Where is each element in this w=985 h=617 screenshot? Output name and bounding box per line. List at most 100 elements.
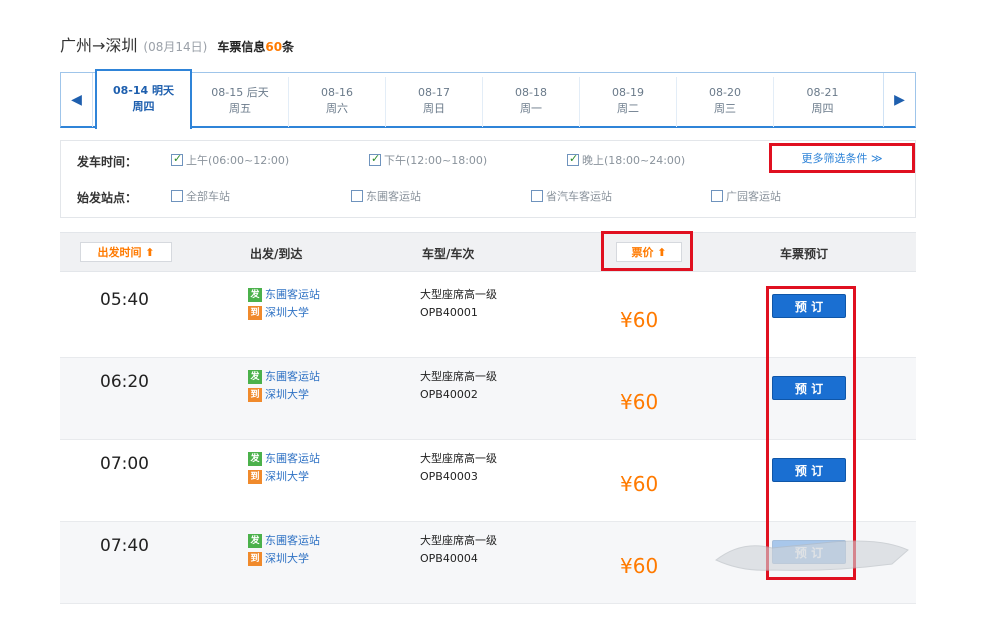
depart-option-label: 下午(12:00~18:00) xyxy=(384,154,488,167)
date-tab-0[interactable]: 08-14 明天 周四 xyxy=(95,69,192,129)
date-tab-weekday: 周二 xyxy=(617,102,639,115)
date-tab-date: 08-15 后天 xyxy=(211,86,269,99)
from-station-name: 东圃客运站 xyxy=(265,534,320,547)
arrive-badge-icon: 到 xyxy=(248,388,262,402)
to-station[interactable]: 到深圳大学 xyxy=(248,304,320,322)
checkbox[interactable] xyxy=(567,152,579,166)
date-tab-6[interactable]: 08-20 周三 xyxy=(677,77,774,127)
from-station-name: 东圃客运站 xyxy=(265,370,320,383)
checkbox[interactable] xyxy=(369,152,381,166)
date-tab-5[interactable]: 08-19 周二 xyxy=(580,77,677,127)
from-station[interactable]: 发东圃客运站 xyxy=(248,532,320,550)
station-label: 始发站点： xyxy=(77,190,138,205)
depart-option-evening[interactable]: 晚上(18:00~24:00) xyxy=(567,152,685,168)
from-station-name: 东圃客运站 xyxy=(265,452,320,465)
date-tab-date: 08-21 xyxy=(806,86,839,99)
to-station-name: 深圳大学 xyxy=(265,306,309,319)
vehicle-type: 大型座席高一级 xyxy=(420,452,497,465)
stations: 发东圃客运站 到深圳大学 xyxy=(248,286,320,322)
trip-number: OPB40002 xyxy=(420,388,478,401)
date-tab-weekday: 周五 xyxy=(229,102,251,115)
sort-depart-time-button[interactable]: 出发时间 ⬆ xyxy=(80,242,172,262)
to-station-name: 深圳大学 xyxy=(265,388,309,401)
sort-price-button[interactable]: 票价 ⬆ xyxy=(616,242,682,262)
ticket-count: 60 xyxy=(265,40,283,54)
checkbox[interactable] xyxy=(171,152,183,166)
station-option-dongpu[interactable]: 东圃客运站 xyxy=(351,188,421,204)
checkbox[interactable] xyxy=(171,190,183,202)
date-tab-date: 08-19 xyxy=(612,86,644,99)
from-station-name: 东圃客运站 xyxy=(265,288,320,301)
date-tab-weekday: 周六 xyxy=(326,102,348,115)
arrive-badge-icon: 到 xyxy=(248,552,262,566)
ticket-price: ¥60 xyxy=(620,554,659,578)
vehicle-type: 大型座席高一级 xyxy=(420,370,497,383)
chevron-left-icon[interactable]: ◀ xyxy=(61,73,93,127)
stations: 发东圃客运站 到深圳大学 xyxy=(248,450,320,486)
table-row: 05:40 发东圃客运站 到深圳大学 大型座席高一级 OPB40001 ¥60 … xyxy=(60,276,916,358)
station-option-guangyuan[interactable]: 广园客运站 xyxy=(711,188,781,204)
stations: 发东圃客运站 到深圳大学 xyxy=(248,368,320,404)
date-tab-weekday: 周四 xyxy=(132,100,155,113)
table-row: 07:00 发东圃客运站 到深圳大学 大型座席高一级 OPB40003 ¥60 … xyxy=(60,440,916,522)
column-depart-arrive: 出发/到达 xyxy=(250,247,303,261)
station-filter: 始发站点： xyxy=(77,187,177,207)
book-button[interactable]: 预 订 xyxy=(772,458,846,482)
date-tab-1[interactable]: 08-15 后天 周五 xyxy=(192,77,289,127)
table-header: 出发时间 ⬆ 出发/到达 车型/车次 票价 ⬆ 车票预订 xyxy=(60,231,916,272)
trip-number: OPB40001 xyxy=(420,306,478,319)
depart-option-morning[interactable]: 上午(06:00~12:00) xyxy=(171,152,289,168)
checkbox[interactable] xyxy=(351,190,363,202)
book-button[interactable]: 预 订 xyxy=(772,294,846,318)
vehicle-type: 大型座席高一级 xyxy=(420,534,497,547)
route-date: (08月14日) xyxy=(143,40,208,54)
station-option-provincial[interactable]: 省汽车客运站 xyxy=(531,188,612,204)
depart-badge-icon: 发 xyxy=(248,452,262,466)
filter-panel: 发车时间： 上午(06:00~12:00) 下午(12:00~18:00) 晚上… xyxy=(60,140,916,218)
date-tab-weekday: 周日 xyxy=(423,102,445,115)
station-option-label: 广园客运站 xyxy=(726,190,781,203)
depart-time: 05:40 xyxy=(100,290,149,310)
date-tab-date: 08-17 xyxy=(418,86,450,99)
station-option-all[interactable]: 全部车站 xyxy=(171,188,230,204)
depart-time: 06:20 xyxy=(100,372,149,392)
date-tab-date: 08-20 xyxy=(709,86,741,99)
date-tab-date: 08-18 xyxy=(515,86,547,99)
ticket-info-prefix: 车票信息 xyxy=(217,40,266,54)
date-tab-2[interactable]: 08-16 周六 xyxy=(289,77,386,127)
to-station-name: 深圳大学 xyxy=(265,470,309,483)
column-vehicle: 车型/车次 xyxy=(422,247,475,261)
route-header: 广州→深圳 (08月14日) 车票信息60条 xyxy=(60,32,294,56)
ticket-price: ¥60 xyxy=(620,390,659,414)
ticket-info: 车票信息60条 xyxy=(217,38,294,55)
stations: 发东圃客运站 到深圳大学 xyxy=(248,532,320,568)
arrive-badge-icon: 到 xyxy=(248,470,262,484)
vehicle-type: 大型座席高一级 xyxy=(420,288,497,301)
chevron-right-icon[interactable]: ▶ xyxy=(883,73,915,127)
checkbox[interactable] xyxy=(711,190,723,202)
to-station[interactable]: 到深圳大学 xyxy=(248,386,320,404)
date-tab-date: 08-14 明天 xyxy=(112,84,174,97)
depart-option-label: 上午(06:00~12:00) xyxy=(186,154,290,167)
watermark-graphic xyxy=(715,540,909,571)
vehicle-info: 大型座席高一级 OPB40002 xyxy=(420,368,497,404)
from-station[interactable]: 发东圃客运站 xyxy=(248,450,320,468)
depart-option-afternoon[interactable]: 下午(12:00~18:00) xyxy=(369,152,487,168)
to-station-name: 深圳大学 xyxy=(265,552,309,565)
date-tab-3[interactable]: 08-17 周日 xyxy=(386,77,483,127)
date-tab-4[interactable]: 08-18 周一 xyxy=(483,77,580,127)
date-tab-7[interactable]: 08-21 周四 xyxy=(774,77,871,127)
route-title: 广州→深圳 xyxy=(60,36,138,55)
to-station[interactable]: 到深圳大学 xyxy=(248,468,320,486)
from-station[interactable]: 发东圃客运站 xyxy=(248,286,320,304)
to-station[interactable]: 到深圳大学 xyxy=(248,550,320,568)
from-station[interactable]: 发东圃客运站 xyxy=(248,368,320,386)
book-button[interactable]: 预 订 xyxy=(772,376,846,400)
ticket-price: ¥60 xyxy=(620,472,659,496)
checkbox[interactable] xyxy=(531,190,543,202)
arrive-badge-icon: 到 xyxy=(248,306,262,320)
date-tab-weekday: 周三 xyxy=(714,102,736,115)
depart-time: 07:00 xyxy=(100,454,149,474)
more-filter-button[interactable]: 更多筛选条件 ≫ xyxy=(769,143,915,173)
ticket-price: ¥60 xyxy=(620,308,659,332)
